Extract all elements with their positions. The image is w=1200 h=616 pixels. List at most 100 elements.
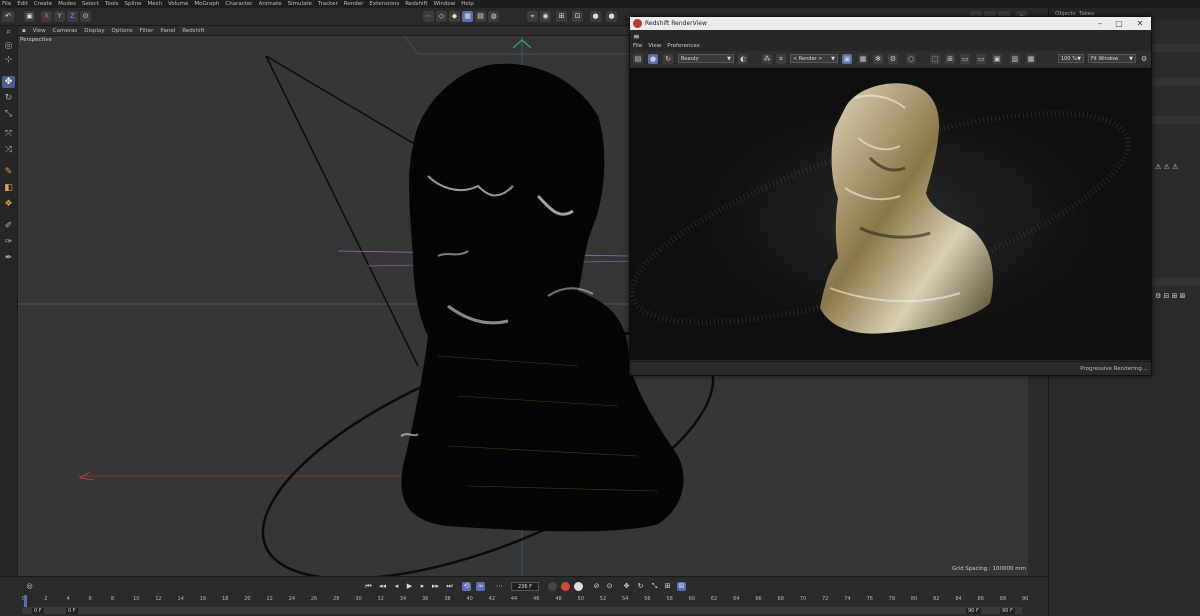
fit-dropdown[interactable]: Fit Window ▼ (1088, 54, 1136, 63)
min-frame-field[interactable]: 0 F (66, 608, 78, 614)
snapshot-icon[interactable]: ▤ (633, 54, 643, 64)
cube-icon[interactable]: ◧ (2, 182, 15, 194)
record-icon[interactable] (548, 582, 557, 591)
menu-spline[interactable]: Spline (125, 1, 142, 7)
aov-dropdown[interactable]: Beauty ▼ (678, 54, 734, 63)
render-view-icon[interactable]: ● (606, 11, 617, 22)
scale-tool-icon[interactable]: ⤡ (2, 108, 15, 120)
play-icon[interactable]: ▶ (405, 582, 414, 591)
timeline-ruler[interactable]: 0246810121416182022242628303234363840424… (22, 596, 1032, 604)
history-icon[interactable]: ▦ (1026, 54, 1036, 64)
render-canvas[interactable] (630, 68, 1151, 360)
live-selection-icon[interactable]: ⊹ (2, 54, 15, 66)
menu-character[interactable]: Character (225, 1, 252, 7)
compare-icon[interactable]: ▥ (1010, 54, 1020, 64)
settings-icon[interactable]: ⋯ (495, 582, 504, 591)
region-icon[interactable]: ⬚ (930, 54, 940, 64)
minimize-icon[interactable]: – (1092, 18, 1108, 29)
menu-file[interactable]: File (2, 1, 11, 7)
key-position-icon[interactable]: ⊘ (592, 582, 601, 591)
start-frame-field[interactable]: 0 F (32, 608, 44, 614)
viewport-menu-redshift[interactable]: Redshift (182, 28, 204, 34)
menu-render[interactable]: Render (344, 1, 364, 7)
paint-icon[interactable]: ✒ (2, 252, 15, 264)
undo-icon[interactable]: ↶ (2, 11, 14, 22)
axis-x-toggle[interactable]: X (41, 11, 52, 22)
menu-window[interactable]: Window (434, 1, 456, 7)
brush-icon[interactable]: ✐ (2, 220, 15, 232)
menu-animate[interactable]: Animate (259, 1, 282, 7)
camera-dropdown[interactable]: < Render > ▼ (790, 54, 838, 63)
next-frame-icon[interactable]: ▸ (418, 582, 427, 591)
menu-mesh[interactable]: Mesh (147, 1, 161, 7)
menu-modes[interactable]: Modes (58, 1, 76, 7)
grid-icon[interactable]: ⊡ (572, 11, 583, 22)
selection-icon[interactable]: ◎ (2, 40, 15, 52)
start-render-icon[interactable]: ● (648, 54, 658, 64)
coordinate-system-icon[interactable]: ⊙ (80, 11, 91, 22)
workplane-icon[interactable]: ⊞ (556, 11, 567, 22)
object-tags-icon[interactable]: ⚠ ⚠ ⚠ (1155, 163, 1178, 171)
viewport-menu-panel[interactable]: Panel (160, 28, 175, 34)
menu-extensions[interactable]: Extensions (369, 1, 399, 7)
menu-mograph[interactable]: MoGraph (194, 1, 219, 7)
close-icon[interactable]: ✕ (1132, 18, 1148, 29)
menu-simulate[interactable]: Simulate (288, 1, 312, 7)
axis-z-toggle[interactable]: Z (67, 11, 78, 22)
options-gear-icon[interactable]: ⚙ (1139, 54, 1149, 64)
pixel-grid-icon[interactable]: ⁂ (762, 54, 772, 64)
sphere-icon[interactable]: ○ (906, 54, 916, 64)
lock-camera-icon[interactable]: ▣ (842, 54, 852, 64)
menu-help[interactable]: Help (461, 1, 474, 7)
uv-mode-icon[interactable]: ▤ (475, 11, 486, 22)
axis-tool-icon[interactable]: ⤨ (2, 144, 15, 156)
save-as-icon[interactable]: ▭ (976, 54, 986, 64)
points-mode-icon[interactable]: ⋯ (423, 11, 434, 22)
zoom-dropdown[interactable]: 100 % ▼ (1058, 54, 1084, 63)
menu-edit[interactable]: Edit (17, 1, 28, 7)
go-to-end-icon[interactable]: ⏭ (445, 582, 454, 591)
preview-range-bar[interactable] (22, 607, 1022, 614)
snap-settings-icon[interactable]: ◉ (540, 11, 551, 22)
playhead[interactable] (24, 595, 27, 607)
axis-y-toggle[interactable]: Y (54, 11, 65, 22)
rv-menu-preferences[interactable]: Preferences (667, 43, 699, 49)
key-points-icon[interactable]: ⊞ (663, 582, 672, 591)
go-to-start-icon[interactable]: ⏮ (364, 582, 373, 591)
playback-rate-icon[interactable]: ≈ (476, 582, 485, 591)
key-scale-icon[interactable]: ⊙ (605, 582, 614, 591)
render-region-icon[interactable]: ● (590, 11, 601, 22)
key-grid-icon[interactable]: ⊠ (677, 582, 686, 591)
attributes-tools-icon[interactable]: ⚙ ⊟ ⊞ ⊠ (1155, 292, 1186, 300)
snap-icon[interactable]: ⌖ (527, 11, 538, 22)
object-row[interactable] (1149, 116, 1200, 124)
previous-key-icon[interactable]: ◂◂ (378, 582, 387, 591)
renderview-titlebar[interactable]: Redshift RenderView – ▢ ✕ (630, 17, 1151, 30)
model-mode-icon[interactable]: ▣ (24, 11, 35, 22)
search-icon[interactable]: ⌕ (2, 26, 15, 38)
menu-tools[interactable]: Tools (105, 1, 119, 7)
object-mode-icon[interactable]: ▦ (462, 11, 473, 22)
next-key-icon[interactable]: ▸▸ (431, 582, 440, 591)
viewport-menu-display[interactable]: Display (84, 28, 104, 34)
object-row[interactable] (1149, 78, 1200, 86)
snowflake-icon[interactable]: ✻ (873, 54, 883, 64)
keyframe-selection-icon[interactable] (574, 582, 583, 591)
keyframe-settings-icon[interactable]: ◎ (25, 582, 34, 591)
key-rotation-icon[interactable]: ✥ (622, 582, 631, 591)
previous-frame-icon[interactable]: ◂ (392, 582, 401, 591)
menu-volume[interactable]: Volume (168, 1, 188, 7)
menu-tracker[interactable]: Tracker (318, 1, 338, 7)
refresh-icon[interactable]: ↻ (663, 54, 673, 64)
key-pla-icon[interactable]: ⤡ (650, 582, 659, 591)
settings-gear-icon[interactable]: ⚙ (888, 54, 898, 64)
viewport-menu-view[interactable]: View (33, 28, 46, 34)
rv-menu-view[interactable]: View (648, 43, 661, 49)
save-icon[interactable]: ▭ (960, 54, 970, 64)
autokey-icon[interactable] (561, 582, 570, 591)
rotate-tool-icon[interactable]: ↻ (2, 92, 15, 104)
polygons-mode-icon[interactable]: ◆ (449, 11, 460, 22)
object-row[interactable] (1149, 44, 1200, 52)
viewport-menu-options[interactable]: Options (112, 28, 133, 34)
transform-tool-icon[interactable]: ⤧ (2, 128, 15, 140)
